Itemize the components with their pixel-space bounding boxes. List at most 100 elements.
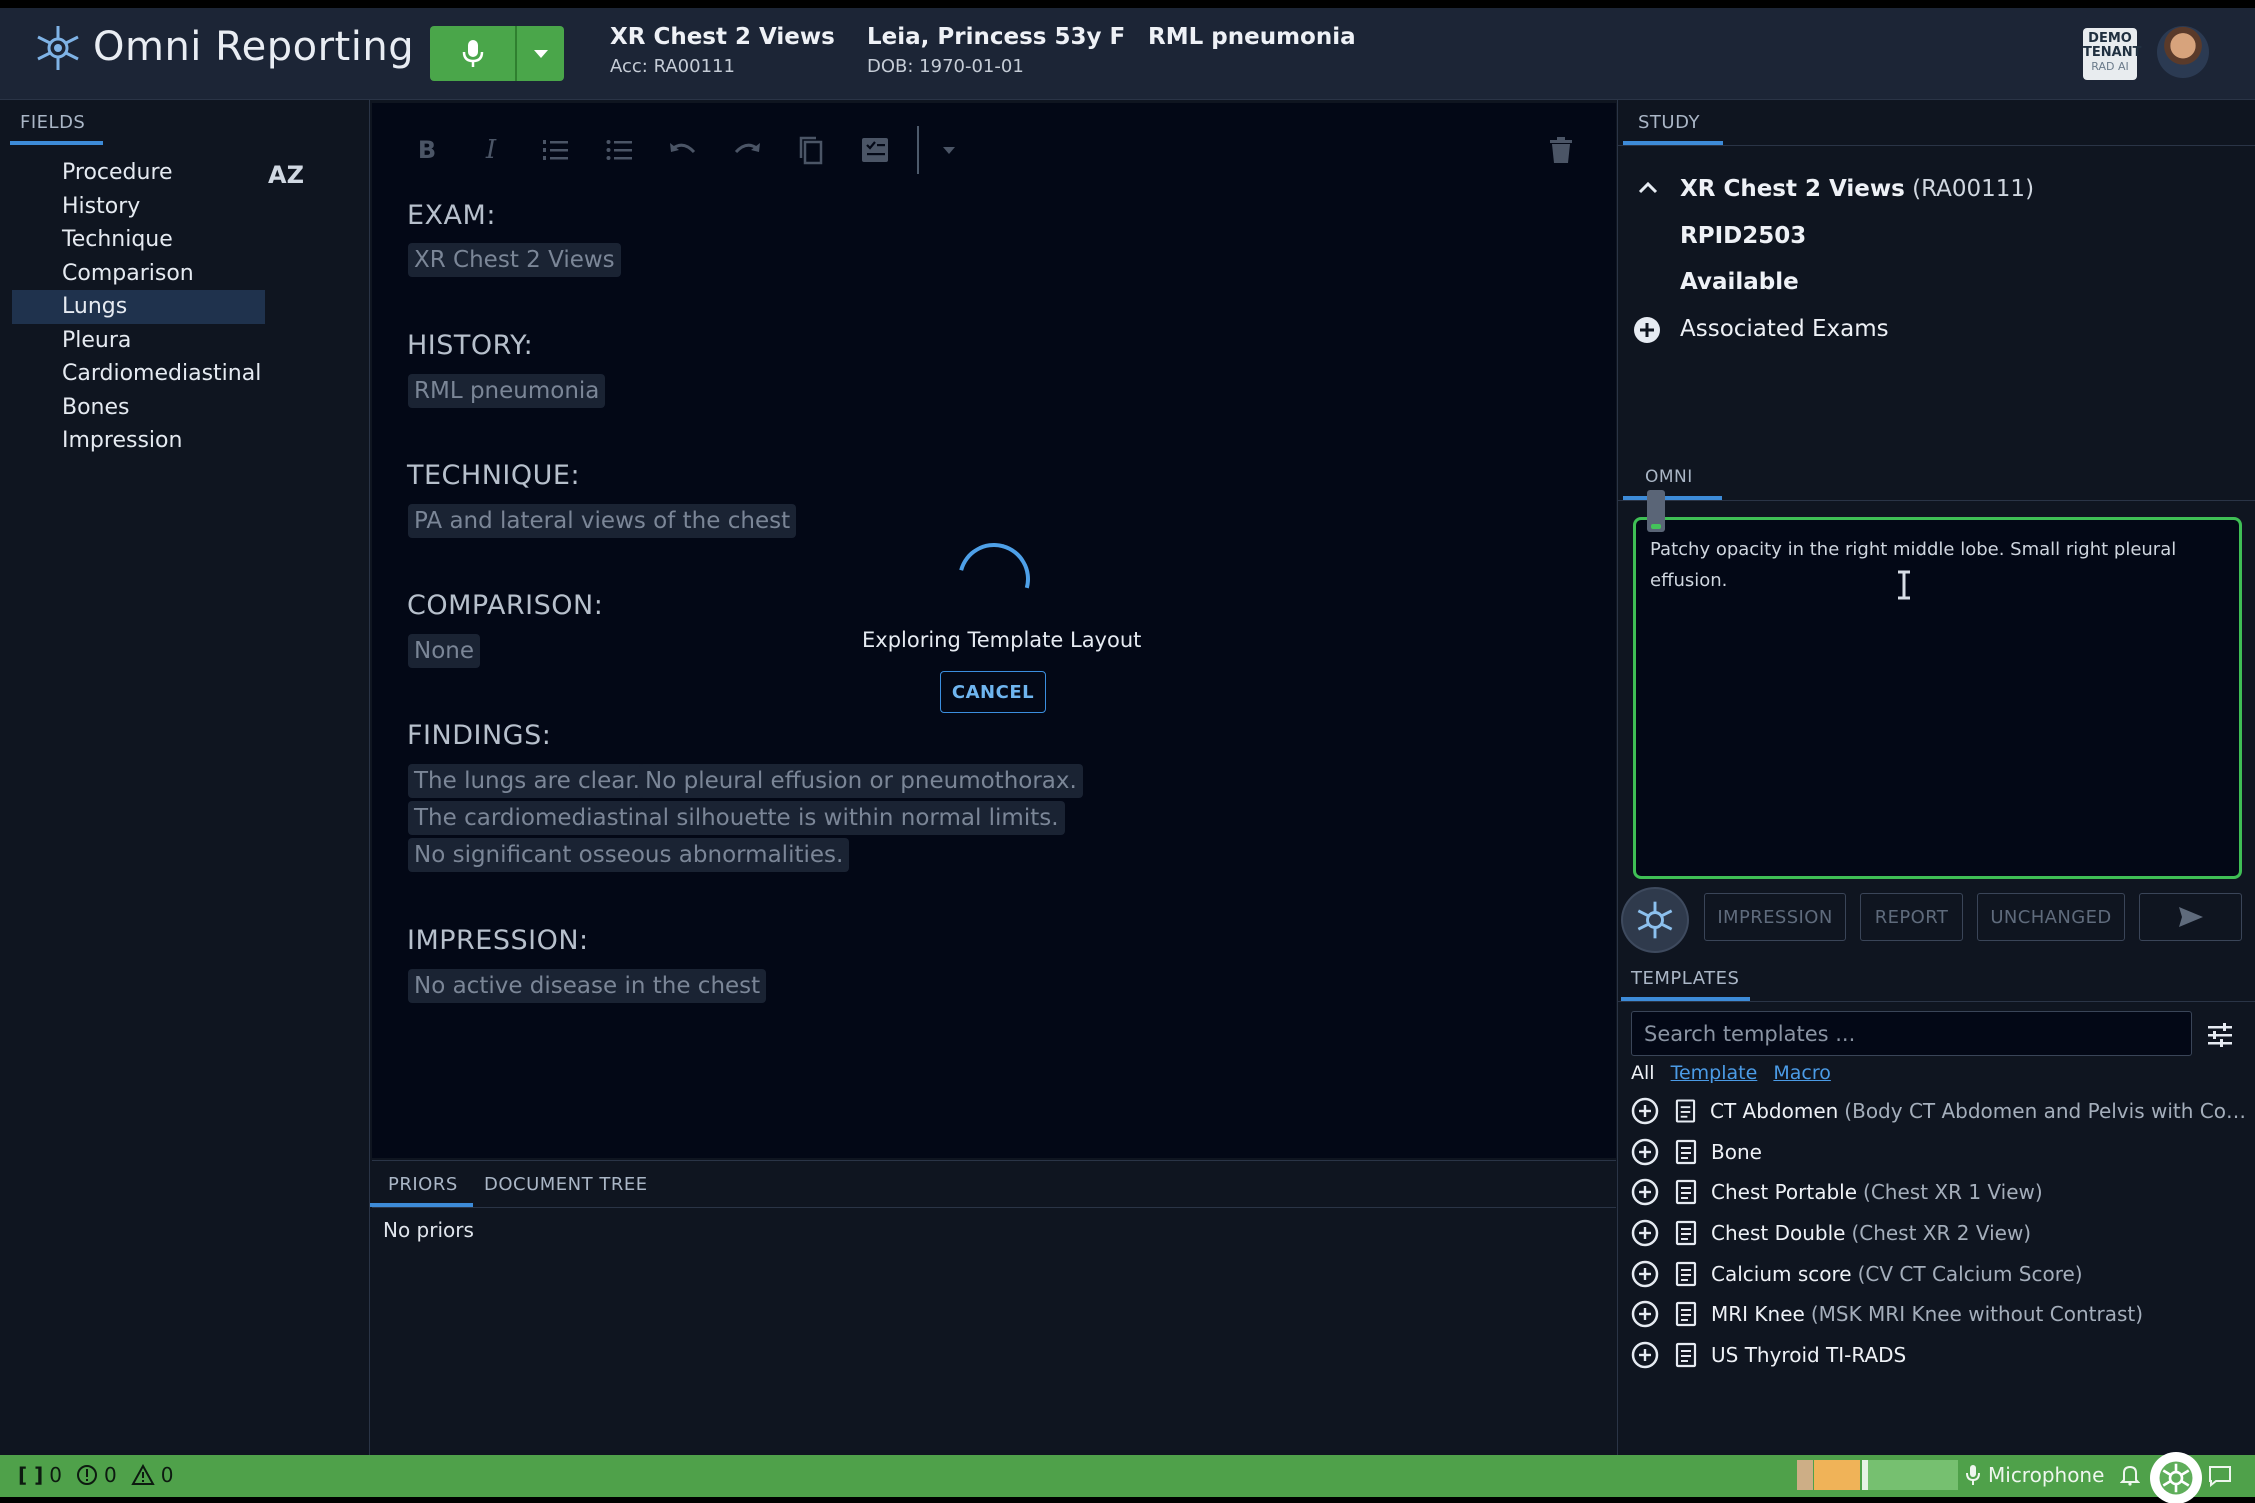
template-item[interactable]: Chest Portable (Chest XR 1 View) — [1631, 1172, 2246, 1213]
report-button[interactable]: REPORT — [1860, 893, 1963, 941]
report-chip[interactable]: PA and lateral views of the chest — [408, 504, 797, 538]
report-chip[interactable]: None — [408, 634, 481, 668]
user-avatar[interactable] — [2157, 26, 2209, 78]
document-icon — [1675, 1220, 1697, 1246]
brackets-counter[interactable]: [ ] 0 — [18, 1463, 62, 1487]
omni-assist-button[interactable] — [1621, 887, 1689, 953]
tab-priors[interactable]: PRIORS — [388, 1174, 458, 1195]
add-template-button[interactable] — [1631, 1219, 1659, 1247]
italic-button[interactable]: I — [459, 128, 523, 172]
report-chip[interactable]: The lungs are clear. — [408, 764, 646, 798]
header-history: RML pneumonia — [1148, 24, 1356, 50]
report-chip[interactable]: The cardiomediastinal silhouette is with… — [408, 801, 1065, 835]
filter-template[interactable]: Template — [1671, 1062, 1758, 1084]
tenant-badge[interactable]: DEMO TENANT RAD AI — [2083, 28, 2141, 80]
plus-circle-icon — [1631, 1219, 1659, 1247]
field-item-impression[interactable]: Impression — [12, 424, 265, 458]
error-circle-icon — [76, 1465, 97, 1485]
field-item-comparison[interactable]: Comparison — [12, 257, 265, 291]
report-chip[interactable]: No active disease in the chest — [408, 969, 767, 1003]
template-item[interactable]: CT Abdomen (Body CT Abdomen and Pelvis wi… — [1631, 1091, 2246, 1132]
field-item-technique[interactable]: Technique — [12, 223, 265, 257]
template-item[interactable]: Chest Double (Chest XR 2 View) — [1631, 1213, 2246, 1254]
dictation-mic-button[interactable] — [430, 26, 515, 81]
plus-circle-icon — [1634, 317, 1660, 343]
header-dob: DOB: 1970-01-01 — [867, 56, 1024, 77]
unchanged-button[interactable]: UNCHANGED — [1977, 893, 2125, 941]
dictation-options-dropdown[interactable] — [515, 26, 564, 81]
template-item[interactable]: Bone — [1631, 1132, 2246, 1173]
delete-report-button[interactable] — [1546, 128, 1576, 172]
header-exam-title: XR Chest 2 Views — [610, 24, 835, 50]
associated-exams-label[interactable]: Associated Exams — [1680, 316, 1889, 342]
bullet-list-button[interactable] — [587, 128, 651, 172]
omni-findings-input[interactable]: Patchy opacity in the right middle lobe.… — [1633, 517, 2242, 879]
field-item-lungs[interactable]: Lungs — [12, 290, 265, 324]
plus-circle-icon — [1631, 1260, 1659, 1287]
template-item[interactable]: Calcium score (CV CT Calcium Score) — [1631, 1253, 2246, 1294]
tab-study[interactable]: STUDY — [1638, 112, 1700, 133]
loading-message: Exploring Template Layout — [862, 628, 1142, 652]
notifications-button[interactable] — [2120, 1464, 2140, 1486]
tab-document-tree[interactable]: DOCUMENT TREE — [484, 1174, 648, 1195]
bold-button[interactable]: B — [395, 128, 459, 172]
field-item-cardiomediastinal[interactable]: Cardiomediastinal — [12, 357, 265, 391]
add-template-button[interactable] — [1631, 1341, 1659, 1369]
add-associated-exam-button[interactable] — [1633, 316, 1661, 344]
template-name: MRI Knee — [1711, 1302, 1805, 1327]
add-template-button[interactable] — [1631, 1097, 1659, 1125]
sort-az-button[interactable]: AZ — [266, 156, 306, 194]
microphone-status[interactable]: Microphone — [1966, 1463, 2104, 1487]
report-chip[interactable]: No pleural effusion or pneumothorax. — [639, 764, 1083, 798]
omni-logo-icon — [34, 24, 82, 72]
send-button[interactable] — [2139, 893, 2242, 941]
field-item-history[interactable]: History — [12, 190, 265, 224]
section-heading-exam: EXAM: — [407, 200, 496, 231]
more-tools-dropdown[interactable] — [929, 128, 969, 172]
report-chip[interactable]: XR Chest 2 Views — [408, 243, 621, 277]
template-item[interactable]: US Thyroid TI-RADS — [1631, 1335, 2246, 1376]
dictation-control — [430, 26, 564, 81]
filter-all[interactable]: All — [1631, 1062, 1655, 1084]
add-template-button[interactable] — [1631, 1300, 1659, 1328]
field-item-procedure[interactable]: Procedure — [12, 156, 265, 190]
section-heading-comparison: COMPARISON: — [407, 590, 604, 621]
filter-settings-button[interactable] — [2205, 1020, 2235, 1050]
impression-button[interactable]: IMPRESSION — [1704, 893, 1846, 941]
document-icon — [1675, 1180, 1697, 1205]
copy-button[interactable] — [779, 128, 843, 172]
template-item[interactable]: MRI Knee (MSK MRI Knee without Contrast) — [1631, 1294, 2246, 1335]
undo-icon — [670, 143, 696, 154]
omni-status-button[interactable] — [2150, 1452, 2202, 1503]
omni-logo-icon — [1637, 901, 1673, 939]
plus-circle-icon — [1631, 1341, 1659, 1369]
checklist-button[interactable] — [843, 128, 907, 172]
warnings-counter[interactable]: 0 — [131, 1463, 173, 1487]
tab-templates[interactable]: TEMPLATES — [1631, 968, 1739, 989]
errors-counter[interactable]: 0 — [76, 1463, 117, 1487]
collapse-study-button[interactable] — [1637, 180, 1659, 194]
checklist-icon — [862, 138, 888, 162]
filter-macro[interactable]: Macro — [1773, 1062, 1831, 1084]
redo-button[interactable] — [715, 128, 779, 172]
section-heading-impression: IMPRESSION: — [407, 925, 589, 956]
chat-button[interactable] — [2208, 1465, 2232, 1487]
warning-triangle-icon — [131, 1464, 155, 1485]
undo-button[interactable] — [651, 128, 715, 172]
template-name: CT Abdomen — [1709, 1099, 1839, 1124]
report-chip[interactable]: RML pneumonia — [408, 374, 606, 408]
tab-fields[interactable]: FIELDS — [20, 112, 85, 133]
template-search-input[interactable] — [1631, 1011, 2192, 1056]
numbered-list-button[interactable] — [523, 128, 587, 172]
field-item-bones[interactable]: Bones — [12, 391, 265, 425]
add-template-button[interactable] — [1631, 1178, 1659, 1206]
field-item-pleura[interactable]: Pleura — [12, 324, 265, 358]
cancel-button[interactable]: CANCEL — [940, 671, 1046, 713]
template-name: Chest Portable — [1711, 1180, 1858, 1205]
report-chip[interactable]: No significant osseous abnormalities. — [408, 838, 850, 872]
tabs-divider — [372, 1207, 1616, 1208]
add-template-button[interactable] — [1631, 1138, 1659, 1166]
tab-omni[interactable]: OMNI — [1645, 467, 1693, 487]
header-exam-info: XR Chest 2 Views Acc: RA00111 — [610, 24, 835, 77]
add-template-button[interactable] — [1631, 1260, 1659, 1288]
